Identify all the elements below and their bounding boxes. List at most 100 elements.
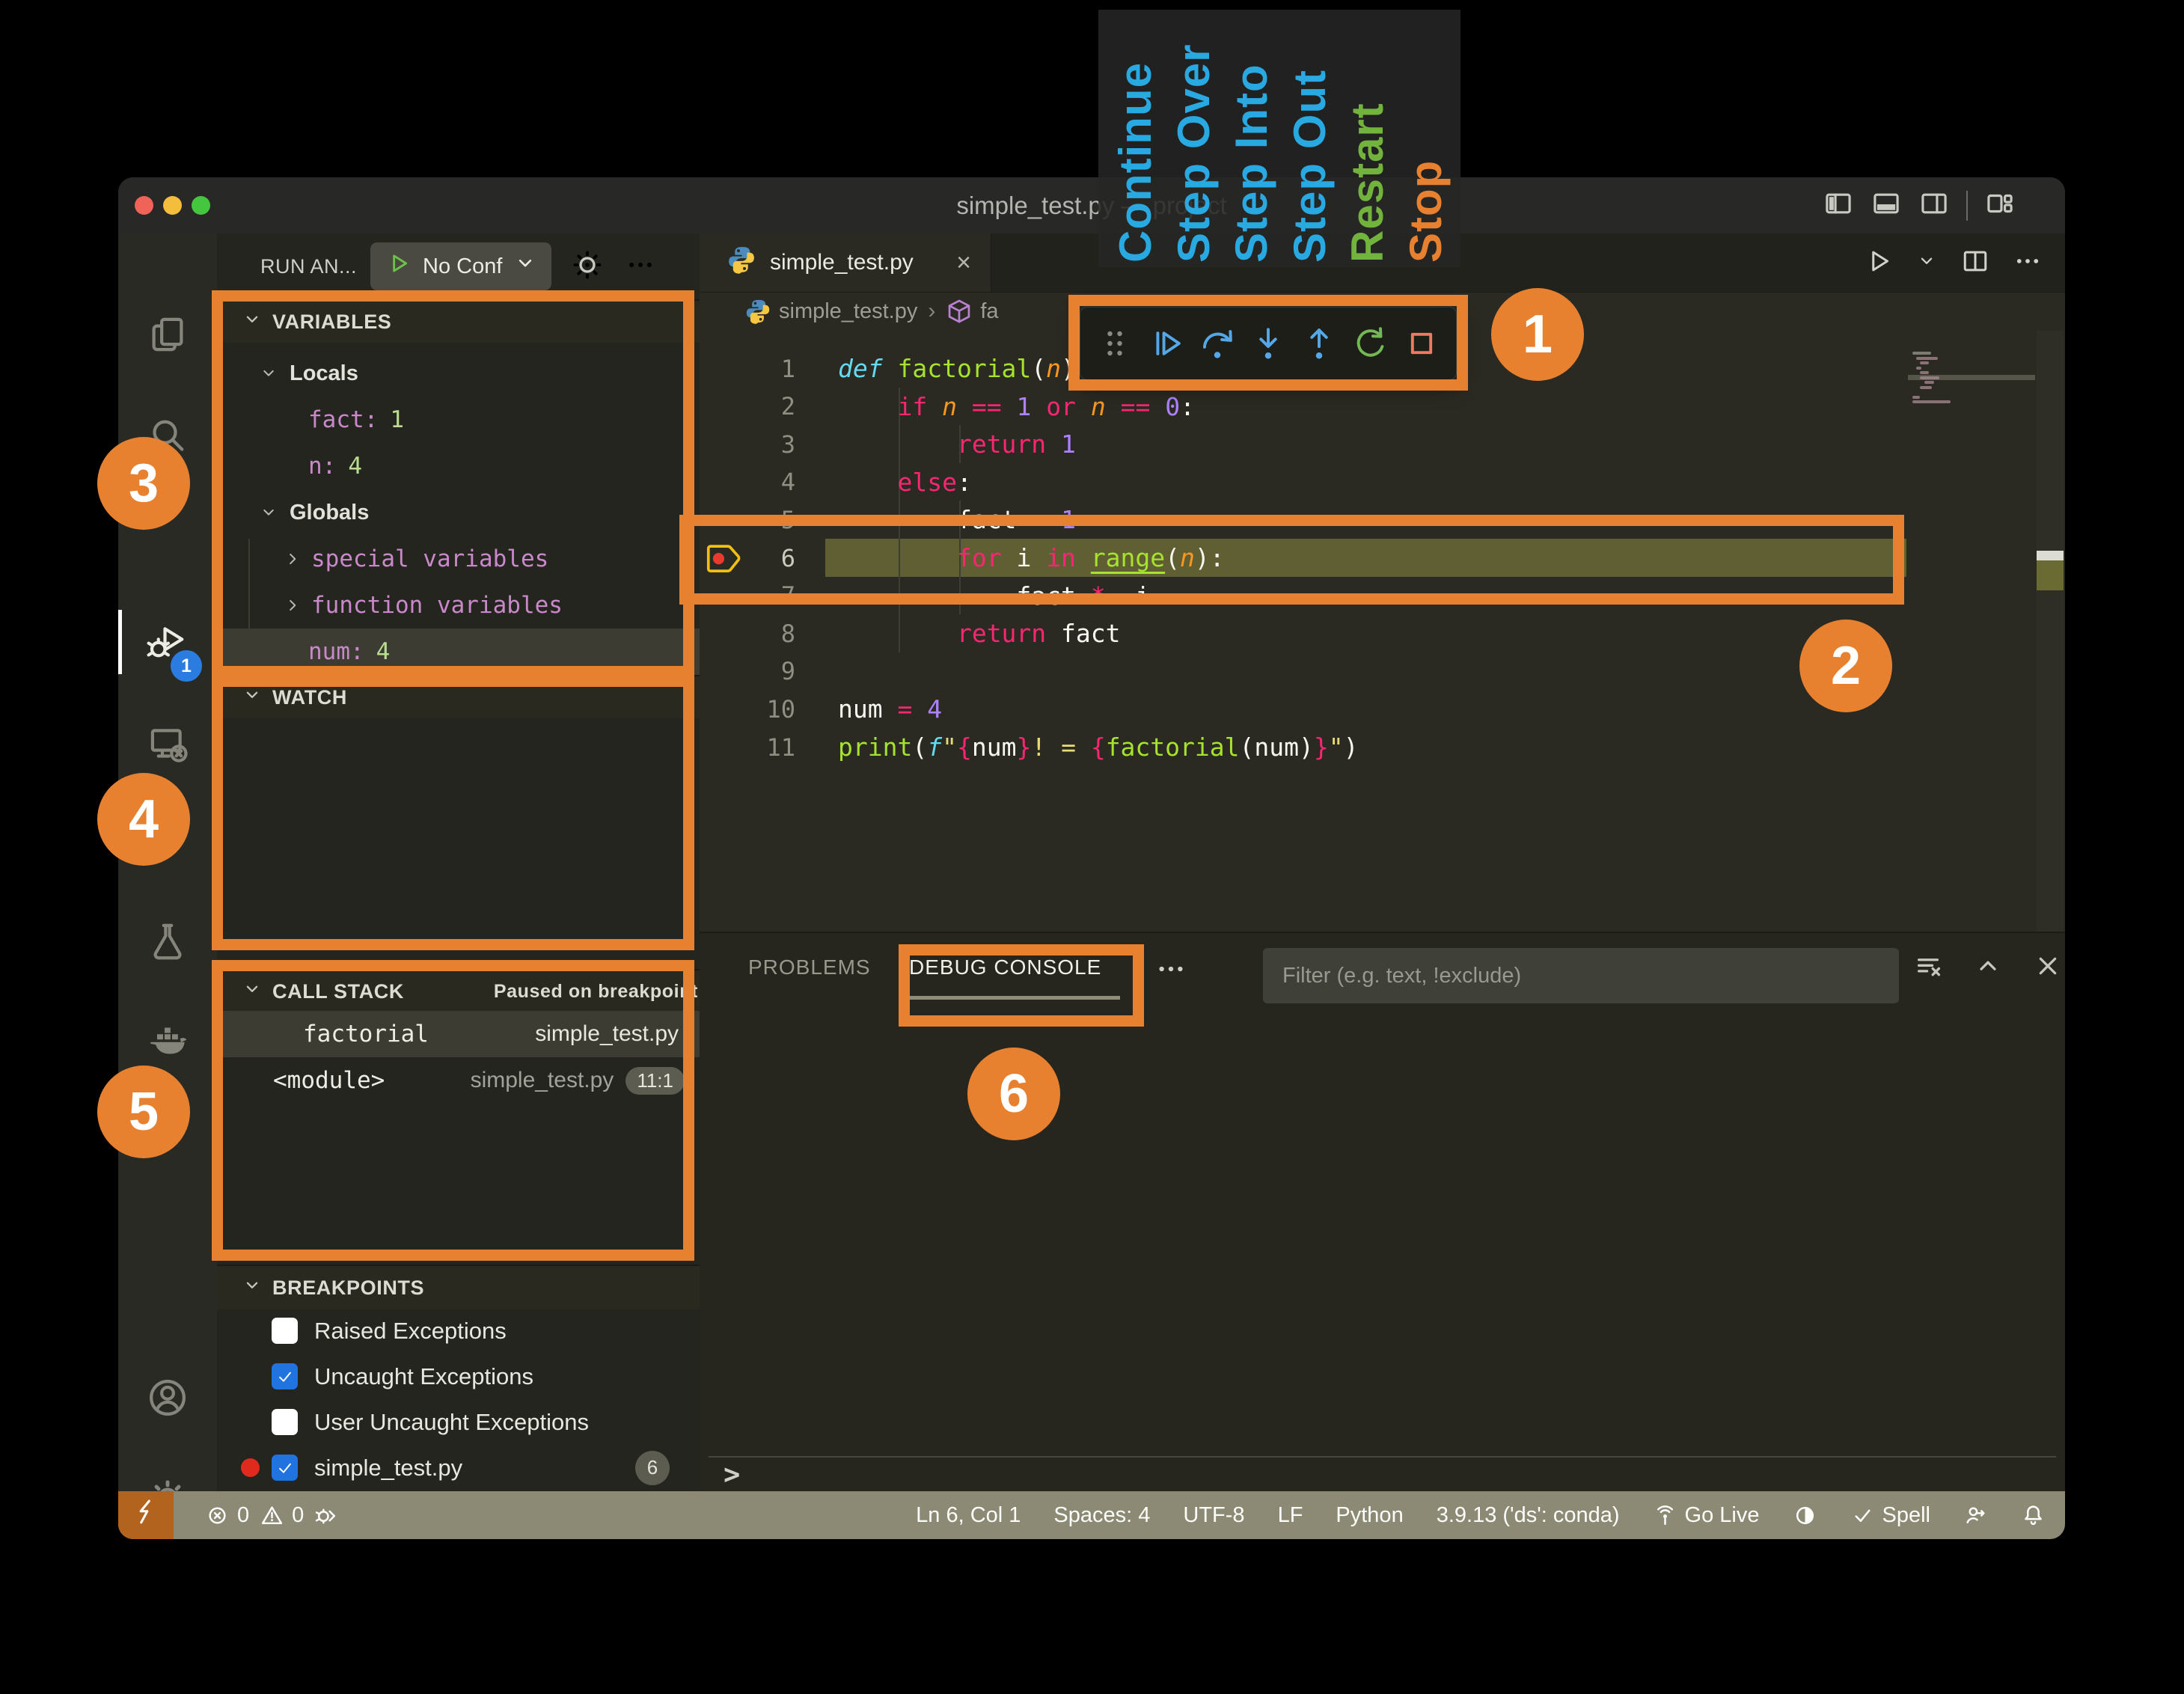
debug-session-badge: 1 bbox=[168, 647, 205, 685]
layout-custom-button[interactable] bbox=[1984, 188, 2016, 223]
ruler-currentline-mark bbox=[2037, 560, 2064, 590]
remote-plug-icon bbox=[131, 1497, 161, 1533]
breakpoint-row[interactable]: Uncaught Exceptions bbox=[217, 1354, 700, 1399]
run-outline-icon bbox=[1863, 246, 1893, 276]
overview-ruler[interactable] bbox=[2037, 331, 2064, 932]
code-line-11[interactable]: 11print(f"{num}! = {factorial(num)}") bbox=[700, 728, 2065, 766]
status-go-live[interactable]: Go Live bbox=[1653, 1503, 1760, 1528]
window-title: simple_test.py — project bbox=[118, 177, 2065, 233]
remote-indicator[interactable] bbox=[118, 1491, 174, 1539]
status-cursor-position[interactable]: Ln 6, Col 1 bbox=[916, 1503, 1021, 1528]
legend-label-restart: Restart bbox=[1339, 14, 1396, 263]
screenshot-root: simple_test.py — project 1 RUN AN... No … bbox=[0, 0, 2184, 1694]
titlebar: simple_test.py — project bbox=[118, 177, 2065, 234]
activity-testing[interactable] bbox=[118, 902, 217, 979]
clear-console-icon[interactable] bbox=[1912, 950, 1945, 986]
minimap[interactable] bbox=[1908, 331, 2035, 705]
minimap-line bbox=[1920, 376, 1939, 379]
breakpoint-row[interactable]: Raised Exceptions bbox=[217, 1308, 700, 1354]
person-sync-icon bbox=[1963, 1503, 1988, 1528]
sidebar-header: RUN AN... No Conf bbox=[217, 233, 700, 299]
console-prompt[interactable]: > bbox=[724, 1458, 740, 1490]
minimap-line bbox=[1916, 357, 1938, 360]
breakpoint-row[interactable]: User Uncaught Exceptions bbox=[217, 1399, 700, 1445]
panel-more-actions-icon[interactable] bbox=[1154, 953, 1187, 989]
split-icon bbox=[1960, 246, 1990, 276]
status-eol[interactable]: LF bbox=[1278, 1503, 1303, 1528]
warning-tri-icon bbox=[260, 1503, 284, 1528]
code-line-3[interactable]: 3 return 1 bbox=[700, 425, 2065, 463]
status-right: Ln 6, Col 1 Spaces: 4 UTF-8 LF Python 3.9.13 … bbox=[916, 1503, 2046, 1528]
breakpoint-row[interactable]: simple_test.py6 bbox=[217, 1445, 700, 1490]
status-warnings[interactable]: 0 bbox=[260, 1503, 304, 1528]
annotation-circle-5: 5 bbox=[97, 1065, 190, 1158]
code-line-2[interactable]: 2 if n == 1 or n == 0: bbox=[700, 388, 2065, 426]
close-tab-icon[interactable]: × bbox=[956, 248, 971, 278]
status-language-mode[interactable]: Python bbox=[1336, 1503, 1403, 1528]
layout-left-button[interactable] bbox=[1823, 188, 1854, 223]
legend-label-step-into: Step Into bbox=[1223, 14, 1280, 263]
tab-label: simple_test.py bbox=[770, 250, 914, 275]
status-left: 00 bbox=[205, 1503, 339, 1528]
files-icon bbox=[147, 314, 189, 355]
activity-run-and-debug[interactable]: 1 bbox=[118, 602, 217, 680]
status-notifications[interactable] bbox=[2021, 1503, 2046, 1528]
line-number: 11 bbox=[744, 733, 795, 762]
close-panel-icon[interactable] bbox=[2031, 950, 2064, 986]
activity-accounts[interactable] bbox=[118, 1359, 217, 1437]
breakpoint-checkbox[interactable] bbox=[272, 1409, 298, 1435]
run-outline-button[interactable] bbox=[1863, 246, 1893, 280]
layout-right-button[interactable] bbox=[1918, 188, 1950, 223]
annotation-box-3 bbox=[212, 290, 694, 677]
close-x-icon bbox=[2031, 950, 2064, 982]
status-python-interpreter[interactable]: 3.9.13 ('ds': conda) bbox=[1437, 1503, 1620, 1528]
breakpoints-section-header[interactable]: BREAKPOINTS bbox=[217, 1265, 700, 1309]
dots-h-button[interactable] bbox=[2013, 246, 2043, 280]
breakpoint-dot-icon bbox=[241, 1458, 260, 1477]
breadcrumb-item[interactable]: fa bbox=[946, 298, 998, 325]
activity-explorer[interactable] bbox=[118, 296, 217, 373]
activity-remote-explorer[interactable] bbox=[118, 704, 217, 782]
debug-status-icon bbox=[314, 1503, 339, 1528]
debug-config-dropdown[interactable]: No Conf bbox=[370, 242, 551, 290]
layout-controls bbox=[1823, 177, 2016, 233]
layout-custom-icon bbox=[1984, 188, 2016, 219]
status-theme-toggle[interactable] bbox=[1793, 1503, 1817, 1528]
tab-simple-test-py[interactable]: simple_test.py × bbox=[700, 233, 991, 292]
line-number: 8 bbox=[744, 620, 795, 648]
minimap-line bbox=[1920, 386, 1932, 389]
annotation-circle-4: 4 bbox=[97, 773, 190, 866]
chev-down-button[interactable] bbox=[1915, 250, 1938, 276]
console-filter-input[interactable] bbox=[1263, 948, 1899, 1003]
minimap-line bbox=[1912, 396, 1920, 399]
minimap-line bbox=[1920, 361, 1929, 364]
account-icon bbox=[147, 1377, 189, 1419]
status-encoding[interactable]: UTF-8 bbox=[1183, 1503, 1244, 1528]
split-button[interactable] bbox=[1960, 246, 1990, 280]
editor-actions bbox=[1863, 233, 2043, 292]
breakpoint-checkbox[interactable] bbox=[272, 1455, 298, 1481]
annotation-box-1 bbox=[1068, 295, 1468, 391]
status-indentation[interactable]: Spaces: 4 bbox=[1053, 1503, 1150, 1528]
remote-plug-icon bbox=[131, 1497, 161, 1527]
debug-settings-gear-icon[interactable] bbox=[571, 248, 604, 285]
breakpoint-checkbox[interactable] bbox=[272, 1363, 298, 1389]
annotation-circle-2: 2 bbox=[1799, 620, 1892, 712]
chevron-down-icon bbox=[513, 251, 538, 282]
status-debug-status[interactable] bbox=[314, 1503, 339, 1528]
annotation-circle-1: 1 bbox=[1491, 288, 1584, 381]
status-spell-checker[interactable]: Spell bbox=[1850, 1503, 1931, 1528]
breadcrumb-item[interactable]: simple_test.py bbox=[744, 298, 917, 325]
check-icon bbox=[1850, 1503, 1875, 1528]
dots-h-icon bbox=[2013, 246, 2043, 276]
maximize-panel-icon[interactable] bbox=[1972, 950, 2004, 986]
layout-bottom-button[interactable] bbox=[1871, 188, 1902, 223]
status-errors[interactable]: 0 bbox=[205, 1503, 249, 1528]
console-filter[interactable] bbox=[1263, 948, 1899, 1003]
tab-problems[interactable]: PROBLEMS bbox=[748, 933, 871, 1002]
status-settings-sync[interactable] bbox=[1963, 1503, 1988, 1528]
code-line-4[interactable]: 4 else: bbox=[700, 463, 2065, 501]
breakpoint-checkbox[interactable] bbox=[272, 1318, 298, 1344]
more-actions-icon[interactable] bbox=[625, 249, 656, 284]
docker-icon bbox=[147, 1020, 189, 1062]
